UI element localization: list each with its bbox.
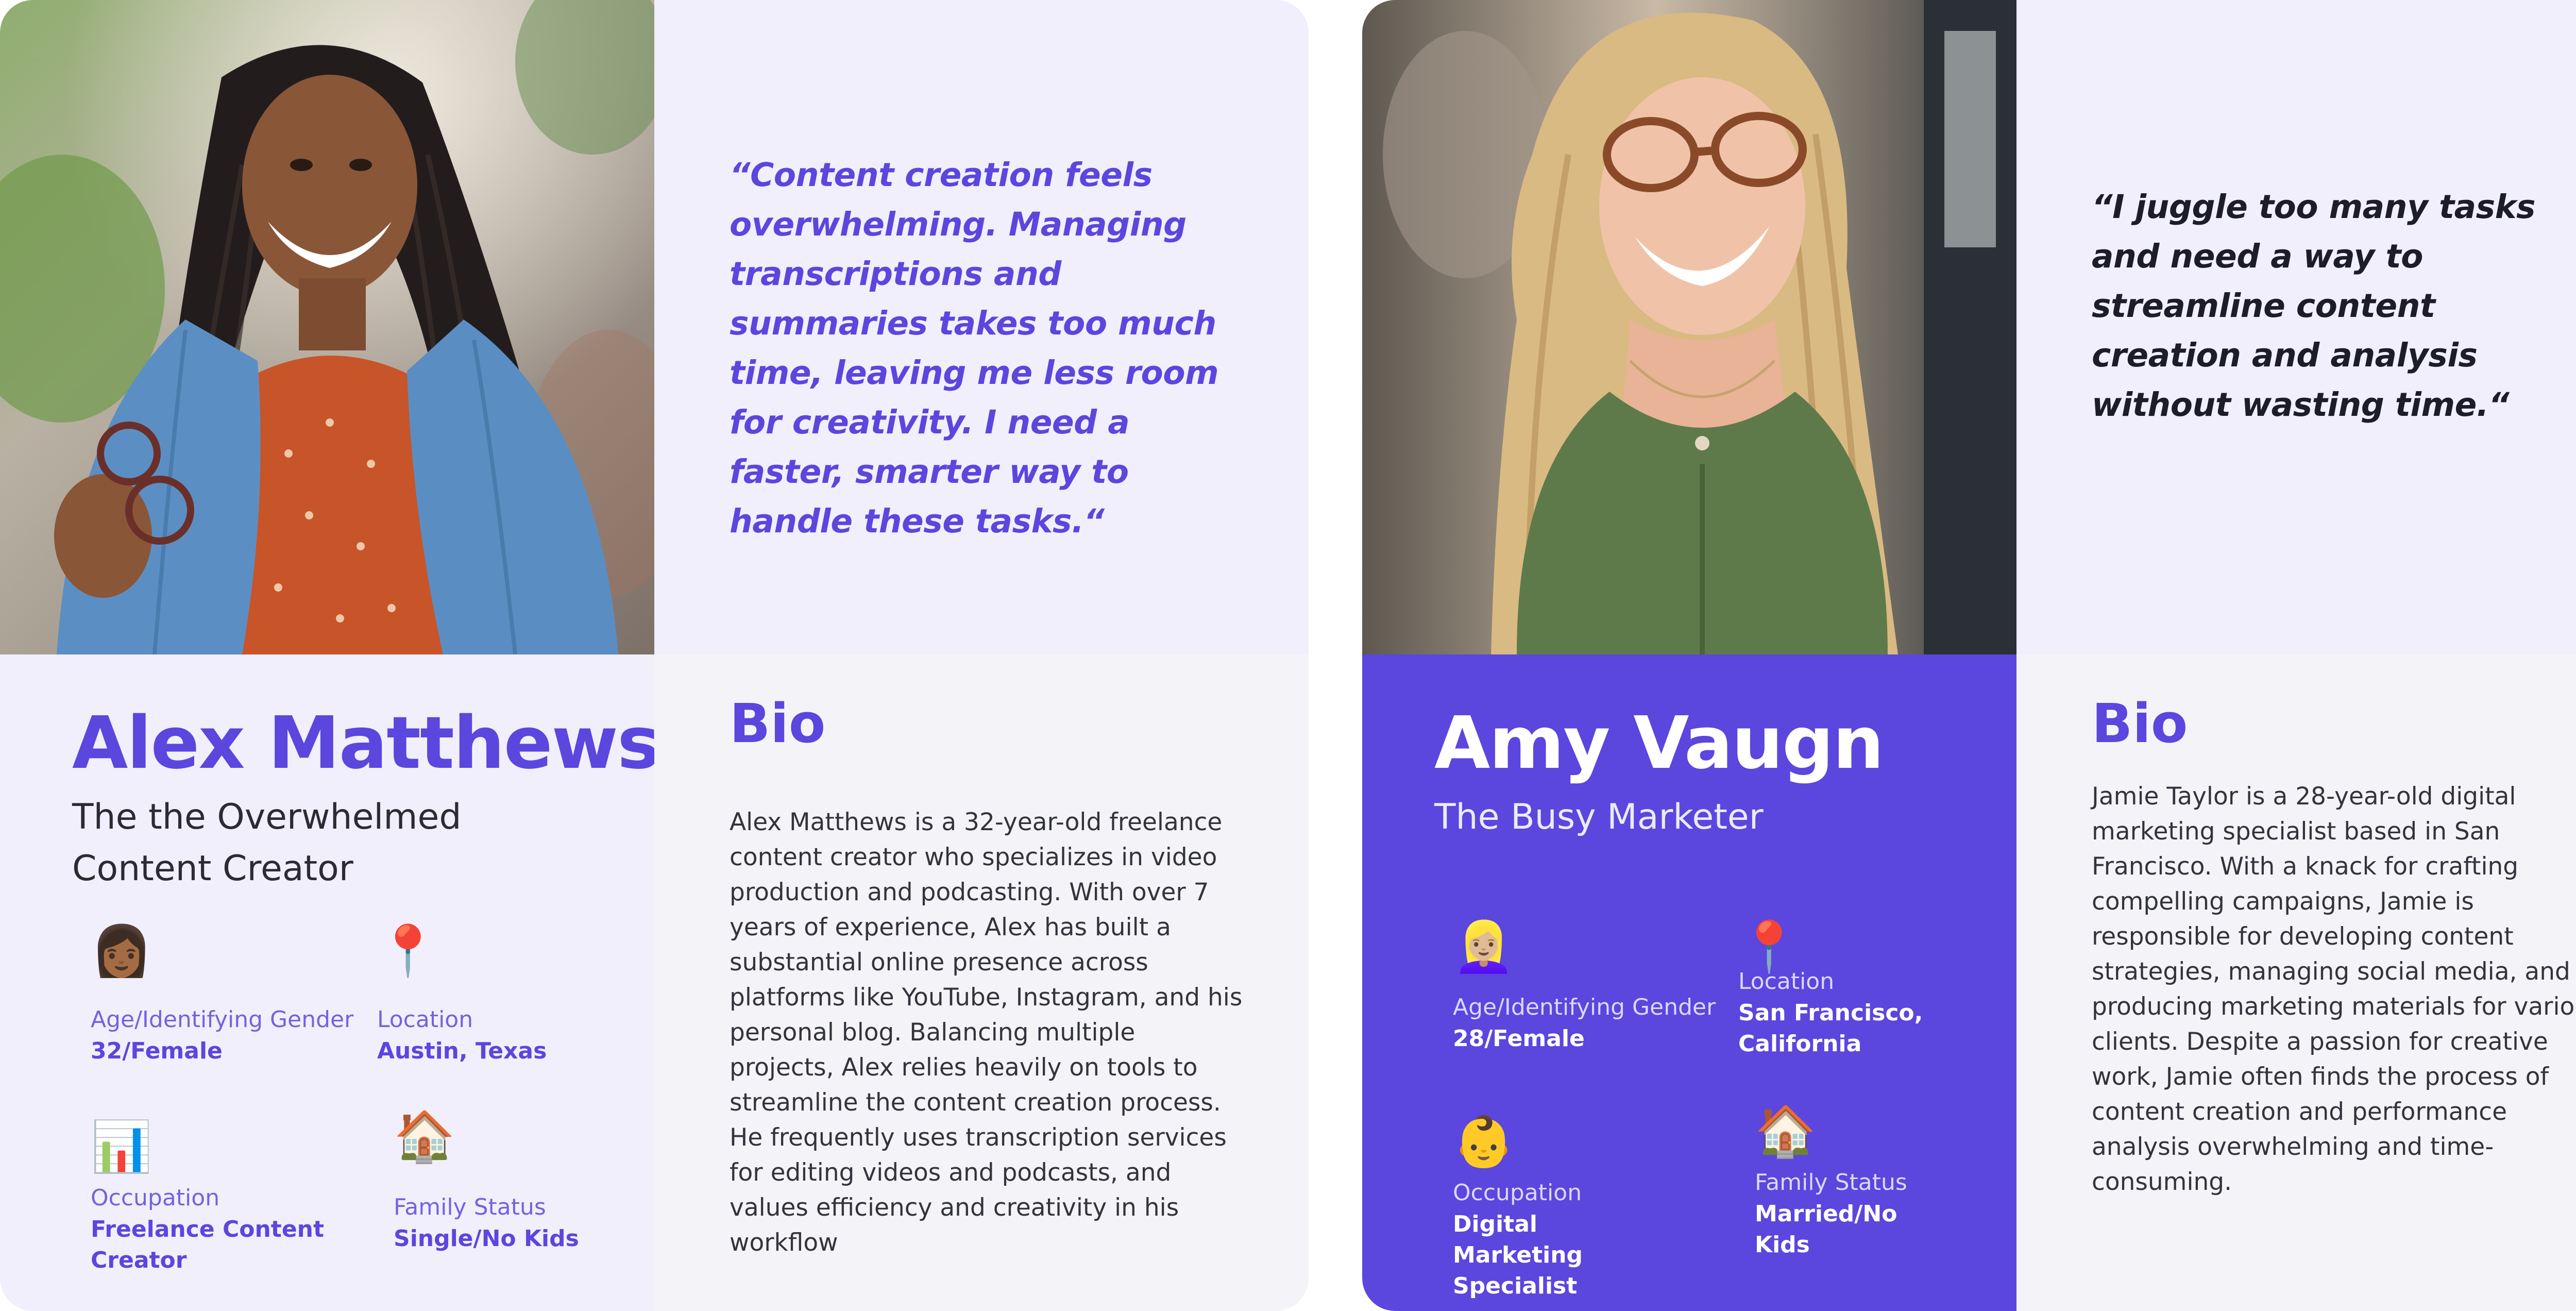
attribute-age-gender: 👩🏾 Age/Identifying Gender 32/Female bbox=[91, 922, 379, 1087]
persona-photo bbox=[1362, 0, 2016, 654]
bio-panel: Bio Alex Matthews is a 32-year-old freel… bbox=[654, 654, 1309, 1311]
persona-profile: Amy Vaugn The Busy Marketer 👱🏼‍♀️ Age/Id… bbox=[1362, 654, 2016, 1311]
bar-chart-icon: 📊 bbox=[91, 1118, 152, 1175]
persona-name: Alex Matthews bbox=[72, 701, 660, 785]
attribute-label: Occupation bbox=[91, 1185, 220, 1211]
bio-panel: Bio Jamie Taylor is a 28-year-old digita… bbox=[2016, 654, 2576, 1311]
persona-quote: “Content creation feels overwhelming. Ma… bbox=[730, 156, 1219, 540]
blond-woman-emoji: 👱🏼‍♀️ bbox=[1453, 918, 1515, 976]
attribute-value: 32/Female bbox=[91, 1038, 223, 1064]
woman-portrait-photo bbox=[0, 0, 654, 654]
persona-card-amy: “I juggle too many tasks and need a way … bbox=[1362, 0, 2576, 1311]
attribute-location: 📍 Location San Francisco, California bbox=[1738, 918, 2027, 1104]
attribute-value: San Francisco, California bbox=[1738, 1000, 1923, 1057]
bio-title: Bio bbox=[730, 692, 826, 755]
attribute-label: Location bbox=[1738, 968, 1835, 995]
attribute-value: Austin, Texas bbox=[377, 1038, 547, 1064]
baby-icon: 👶 bbox=[1453, 1113, 1515, 1170]
attribute-value: Freelance Content Creator bbox=[91, 1216, 325, 1273]
attribute-label: Location bbox=[377, 1006, 473, 1033]
woman-glasses-portrait-photo bbox=[1362, 0, 2016, 654]
persona-name: Amy Vaugn bbox=[1434, 701, 1884, 785]
attribute-value: 28/Female bbox=[1453, 1026, 1585, 1052]
attribute-age-gender: 👱🏼‍♀️ Age/Identifying Gender 28/Female bbox=[1453, 918, 1741, 1083]
bio-text: Alex Matthews is a 32-year-old freelance… bbox=[730, 808, 1243, 1257]
persona-subtitle: The Busy Marketer bbox=[1434, 797, 1764, 837]
persona-card-alex: “Content creation feels overwhelming. Ma… bbox=[0, 0, 1309, 1311]
attribute-occupation: 📊 Occupation Freelance Content Creator bbox=[91, 1118, 379, 1293]
bio-title: Bio bbox=[2092, 692, 2188, 755]
attribute-location: 📍 Location Austin, Texas bbox=[377, 922, 666, 1087]
attribute-value: Digital Marketing Specialist bbox=[1453, 1211, 1583, 1299]
persona-photo bbox=[0, 0, 654, 654]
round-pushpin-icon: 📍 bbox=[377, 922, 439, 980]
bio-text: Jamie Taylor is a 28-year-old digital ma… bbox=[2092, 782, 2576, 1196]
persona-quote: “I juggle too many tasks and need a way … bbox=[2092, 188, 2536, 424]
attribute-label: Occupation bbox=[1453, 1180, 1582, 1206]
house-icon: 🏠 bbox=[394, 1107, 455, 1165]
attribute-value: Single/No Kids bbox=[394, 1225, 579, 1252]
attribute-family-status: 🏠 Family Status Married/No Kids bbox=[1755, 1103, 2043, 1278]
attribute-family-status: 🏠 Family Status Single/No Kids bbox=[394, 1108, 682, 1273]
quote-panel: “Content creation feels overwhelming. Ma… bbox=[654, 0, 1309, 654]
attribute-label: Age/Identifying Gender bbox=[1453, 994, 1716, 1020]
house-icon: 🏠 bbox=[1755, 1102, 1817, 1160]
persona-subtitle: The the Overwhelmed Content Creator bbox=[72, 797, 462, 889]
attribute-label: Family Status bbox=[394, 1194, 546, 1220]
attribute-value: Married/No Kids bbox=[1755, 1201, 1897, 1258]
persona-profile: Alex Matthews The the Overwhelmed Conten… bbox=[0, 654, 660, 1311]
woman-medium-skin-emoji: 👩🏾 bbox=[91, 922, 152, 980]
quote-panel: “I juggle too many tasks and need a way … bbox=[2016, 0, 2576, 654]
attribute-label: Age/Identifying Gender bbox=[91, 1006, 354, 1033]
attribute-occupation: 👶 Occupation Digital Marketing Specialis… bbox=[1453, 1113, 1741, 1299]
attribute-label: Family Status bbox=[1755, 1169, 1907, 1196]
